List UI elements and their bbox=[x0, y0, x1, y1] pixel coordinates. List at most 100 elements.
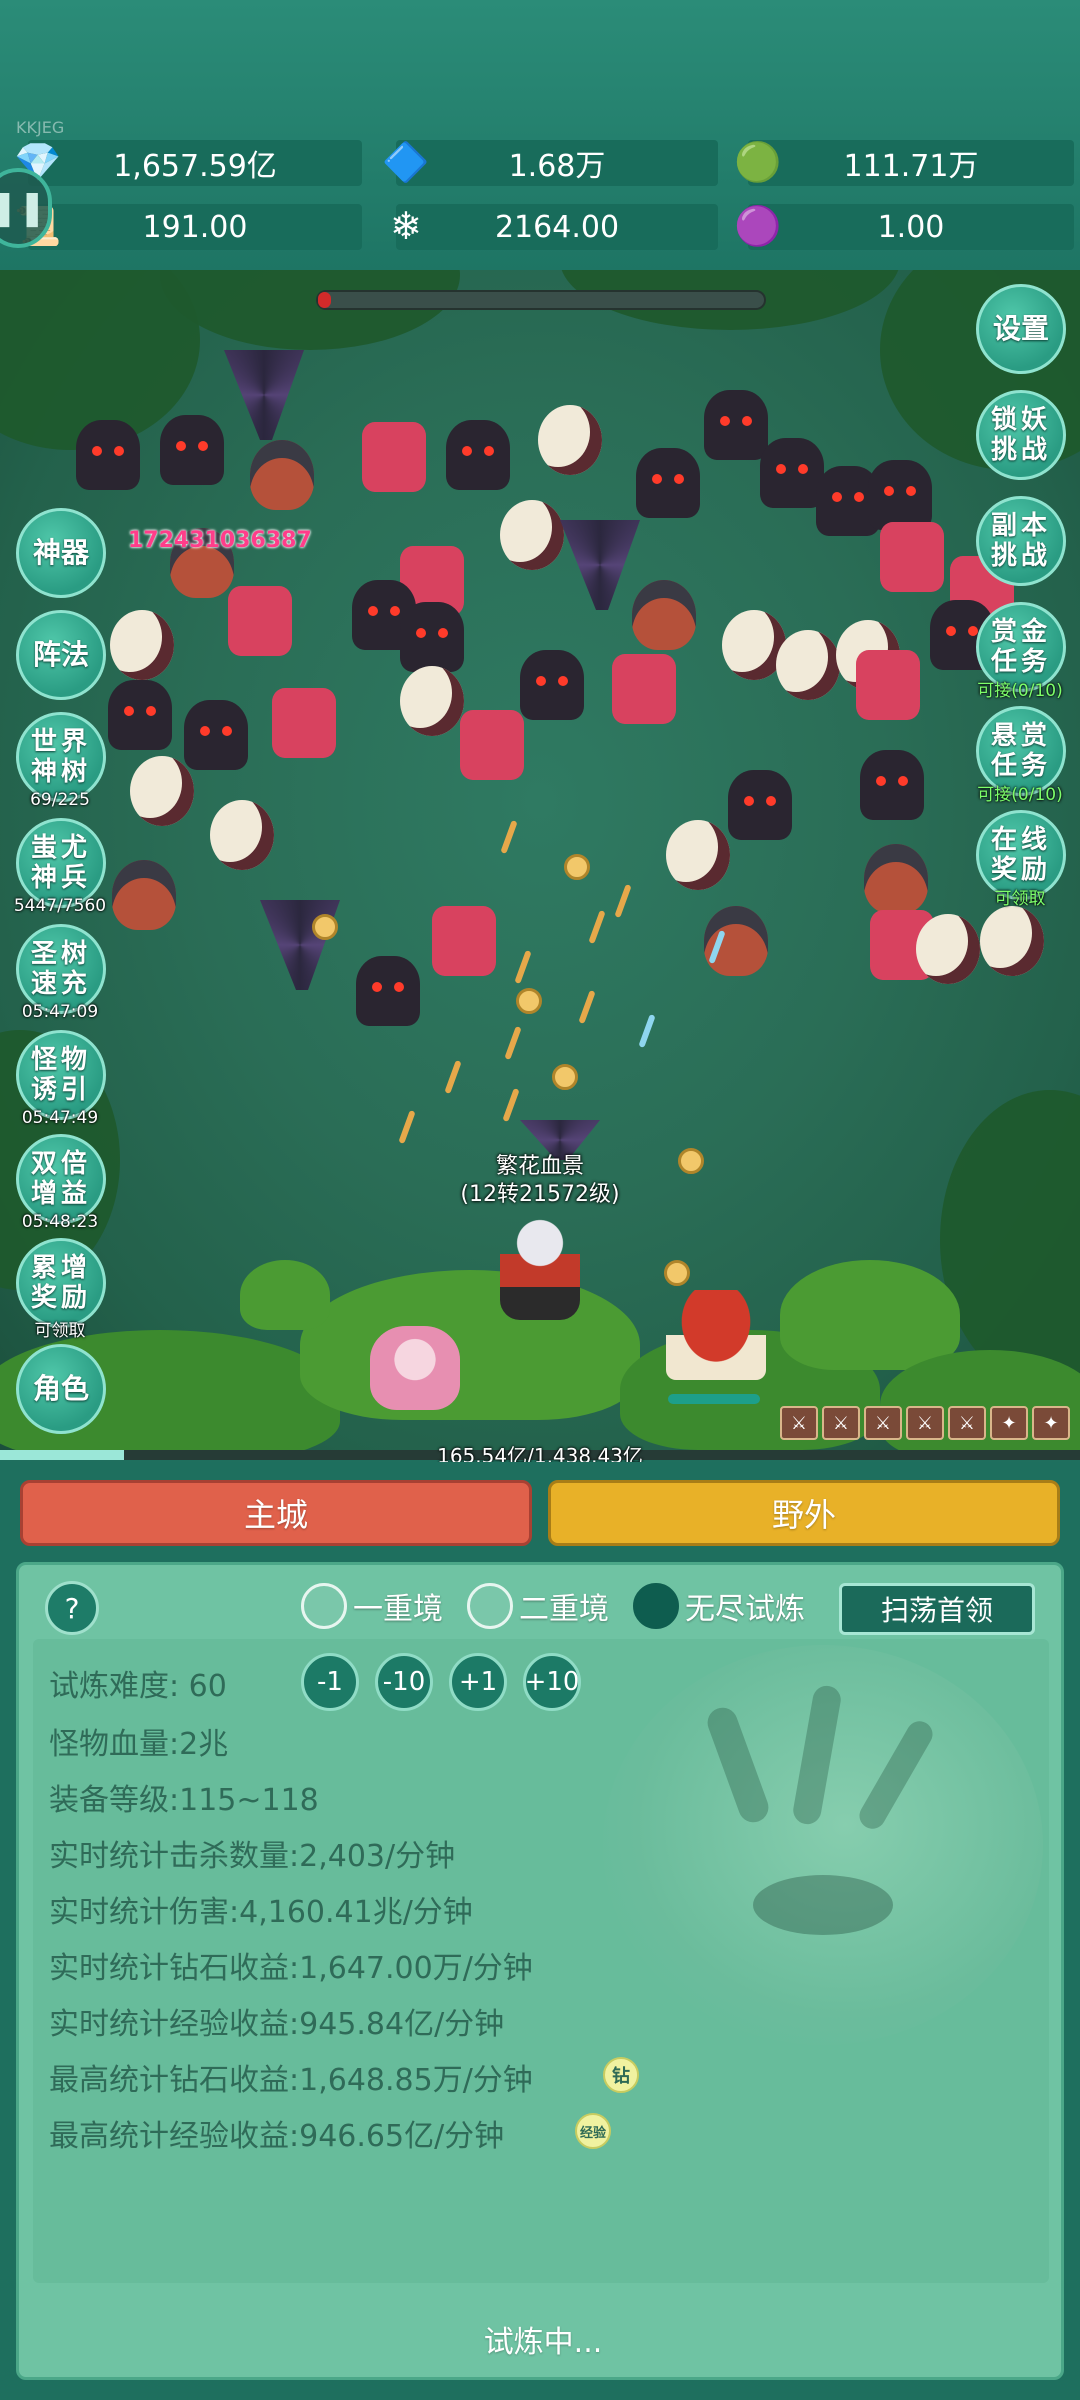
sweep-boss-button[interactable]: 扫荡首领 bbox=[839, 1583, 1035, 1635]
monster-sheep[interactable] bbox=[110, 610, 174, 680]
coin-drop[interactable] bbox=[664, 1260, 690, 1286]
monster-dark-demon[interactable] bbox=[760, 438, 824, 508]
monster-dark-demon[interactable] bbox=[184, 700, 248, 770]
coin-drop[interactable] bbox=[312, 914, 338, 940]
btn-accumulate-reward[interactable]: 累增奖励 bbox=[16, 1238, 106, 1328]
btn-character-label: 角色 bbox=[32, 1372, 89, 1405]
resource-value: 111.71万 bbox=[843, 149, 979, 184]
skill-icon[interactable]: ⚔ bbox=[864, 1406, 902, 1440]
difficulty-minus-1-button[interactable]: -1 bbox=[301, 1653, 359, 1711]
stat-label: 怪物血量: bbox=[49, 1727, 180, 1762]
monster-red-block[interactable] bbox=[612, 654, 676, 724]
monster-sheep[interactable] bbox=[916, 914, 980, 984]
monster-dark-demon[interactable] bbox=[868, 460, 932, 530]
monster-dark-demon[interactable] bbox=[704, 390, 768, 460]
stat-value: 4,160.41兆/分钟 bbox=[239, 1895, 473, 1930]
monster-red-block[interactable] bbox=[362, 422, 426, 492]
tab-wild[interactable]: 野外 bbox=[548, 1480, 1060, 1546]
skill-icon[interactable]: ✦ bbox=[990, 1406, 1028, 1440]
player-character[interactable] bbox=[500, 1210, 580, 1320]
coin-drop[interactable] bbox=[552, 1064, 578, 1090]
tornado-effect bbox=[560, 520, 640, 610]
btn-formation-label: 阵法 bbox=[32, 638, 89, 671]
monster-bird[interactable] bbox=[632, 580, 696, 650]
tornado-effect bbox=[224, 350, 304, 440]
monster-bird[interactable] bbox=[250, 440, 314, 510]
monster-sheep[interactable] bbox=[500, 500, 564, 570]
btn-formation[interactable]: 阵法 bbox=[16, 610, 106, 700]
mode-radio-2[interactable]: 二重境 bbox=[467, 1583, 609, 1629]
monster-red-block[interactable] bbox=[856, 650, 920, 720]
btn-monster-lure[interactable]: 怪物诱引 bbox=[16, 1030, 106, 1120]
difficulty-value: 60 bbox=[188, 1669, 227, 1704]
skill-icon[interactable]: ⚔ bbox=[780, 1406, 818, 1440]
coin-drop[interactable] bbox=[564, 854, 590, 880]
monster-sheep[interactable] bbox=[538, 405, 602, 475]
diamond-badge-icon[interactable]: 钻 bbox=[603, 2057, 639, 2093]
monster-dark-demon[interactable] bbox=[400, 602, 464, 672]
resource-ice-crystal[interactable]: ❄ 2164.00 bbox=[390, 204, 718, 250]
btn-character[interactable]: 角色 bbox=[16, 1344, 106, 1434]
mode-radio-1[interactable]: 一重境 bbox=[301, 1583, 443, 1629]
monster-dark-demon[interactable] bbox=[446, 420, 510, 490]
monster-dark-demon[interactable] bbox=[356, 956, 420, 1026]
monster-sheep[interactable] bbox=[980, 906, 1044, 976]
resource-green-orb[interactable]: 🟢 111.71万 bbox=[734, 140, 1074, 186]
monster-dark-demon[interactable] bbox=[728, 770, 792, 840]
skill-icon[interactable]: ⚔ bbox=[822, 1406, 860, 1440]
mode-radio-3[interactable]: 无尽试炼 bbox=[633, 1583, 805, 1629]
monster-dark-demon[interactable] bbox=[520, 650, 584, 720]
pet-character[interactable] bbox=[370, 1326, 460, 1410]
resource-purple-bag[interactable]: 🟣 1.00 bbox=[734, 204, 1074, 250]
monster-bird[interactable] bbox=[704, 906, 768, 976]
monster-sheep[interactable] bbox=[210, 800, 274, 870]
monster-sheep[interactable] bbox=[666, 820, 730, 890]
btn-bounty-task-label: 赏金任务 bbox=[990, 617, 1051, 677]
mushroom-hp-bar bbox=[668, 1394, 760, 1404]
btn-double-buff[interactable]: 双倍增益 bbox=[16, 1134, 106, 1224]
btn-tree-recharge[interactable]: 圣树速充 bbox=[16, 924, 106, 1014]
btn-artifact[interactable]: 神器 bbox=[16, 508, 106, 598]
difficulty-plus-10-button[interactable]: +10 bbox=[523, 1653, 581, 1711]
monster-red-block[interactable] bbox=[460, 710, 524, 780]
monster-sheep[interactable] bbox=[776, 630, 840, 700]
monster-sheep[interactable] bbox=[400, 666, 464, 736]
monster-red-block[interactable] bbox=[880, 522, 944, 592]
monster-dark-demon[interactable] bbox=[76, 420, 140, 490]
skill-icon[interactable]: ⚔ bbox=[906, 1406, 944, 1440]
monster-dark-demon[interactable] bbox=[860, 750, 924, 820]
btn-world-tree[interactable]: 世界神树 bbox=[16, 712, 106, 802]
monster-bird[interactable] bbox=[112, 860, 176, 930]
resource-scroll[interactable]: 📜 191.00 bbox=[14, 204, 362, 250]
tab-main-city[interactable]: 主城 bbox=[20, 1480, 532, 1546]
monster-dark-demon[interactable] bbox=[108, 680, 172, 750]
help-button[interactable]: ? bbox=[45, 1581, 99, 1635]
monster-red-block[interactable] bbox=[432, 906, 496, 976]
difficulty-minus-10-button[interactable]: -10 bbox=[375, 1653, 433, 1711]
resource-blue-crystal[interactable]: 🔷 1.68万 bbox=[382, 140, 718, 186]
bottom-panel: 主城 野外 ? 一重境 二重境 无尽试炼 扫荡首领 试炼难度: 60 -1 -1 bbox=[0, 1462, 1080, 2400]
battle-field: 172431036387 繁花血景 (12转21572级) ⚔ ⚔ ⚔ ⚔ ⚔ … bbox=[0, 270, 1080, 1450]
monster-dark-demon[interactable] bbox=[160, 415, 224, 485]
skill-icon[interactable]: ⚔ bbox=[948, 1406, 986, 1440]
resource-diamond[interactable]: 💎 1,657.59亿 bbox=[14, 140, 362, 186]
resource-row-1: 💎 1,657.59亿 🔷 1.68万 🟢 111.71万 bbox=[0, 140, 1080, 188]
step-label: -10 bbox=[382, 1667, 426, 1697]
btn-dungeon-challenge[interactable]: 副本挑战 bbox=[976, 496, 1066, 586]
mushroom-monster[interactable] bbox=[666, 1290, 766, 1380]
monster-red-block[interactable] bbox=[272, 688, 336, 758]
damage-number: 172431036387 bbox=[128, 528, 312, 553]
difficulty-plus-1-button[interactable]: +1 bbox=[449, 1653, 507, 1711]
coin-drop[interactable] bbox=[678, 1148, 704, 1174]
skill-icon[interactable]: ✦ bbox=[1032, 1406, 1070, 1440]
monster-bird[interactable] bbox=[864, 844, 928, 914]
monster-red-block[interactable] bbox=[228, 586, 292, 656]
btn-chiyou-weapon[interactable]: 蚩尤神兵 bbox=[16, 818, 106, 908]
btn-demon-lock-challenge[interactable]: 锁妖挑战 bbox=[976, 390, 1066, 480]
coin-drop[interactable] bbox=[516, 988, 542, 1014]
btn-settings[interactable]: 设置 bbox=[976, 284, 1066, 374]
exp-badge-icon[interactable]: 经验 bbox=[575, 2113, 611, 2149]
monster-dark-demon[interactable] bbox=[636, 448, 700, 518]
stat-monster-hp: 怪物血量:2兆 bbox=[49, 1719, 228, 1763]
monster-sheep[interactable] bbox=[130, 756, 194, 826]
